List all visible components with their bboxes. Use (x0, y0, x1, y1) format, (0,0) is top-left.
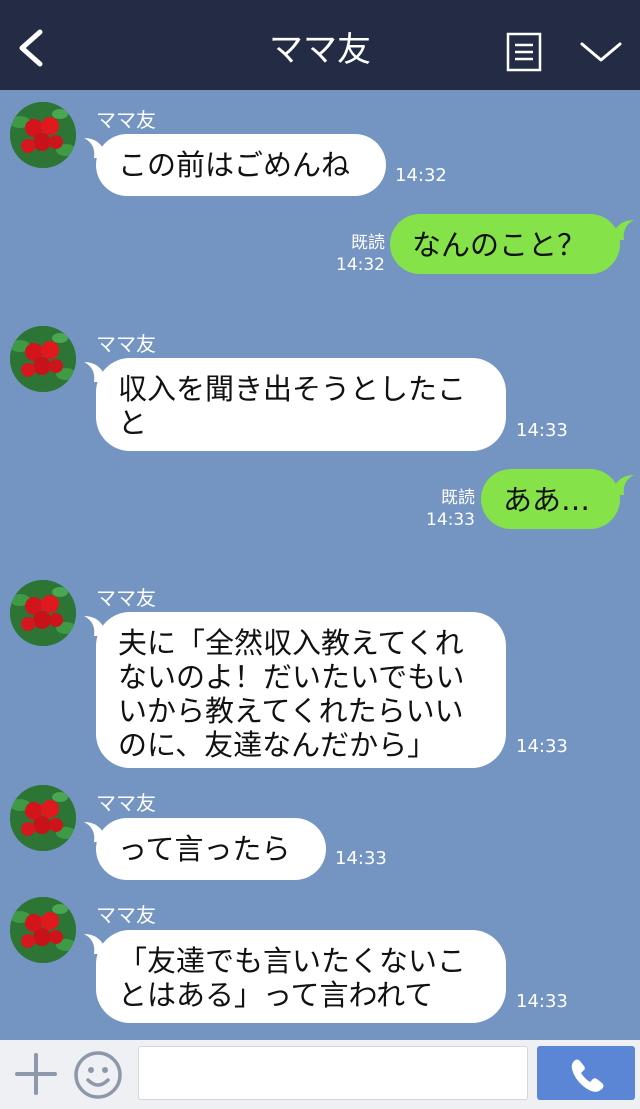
list-icon (506, 32, 542, 72)
chat-title: ママ友 (269, 30, 371, 70)
sender-name: ママ友 (96, 586, 156, 610)
avatar[interactable] (10, 102, 76, 168)
message-time: 14:33 (516, 991, 568, 1012)
message-bubble[interactable]: ああ… (481, 469, 620, 529)
message-bubble[interactable]: 夫に「全然収入教えてくれ ないのよ！だいたいでもい いから教えてくれたらいい の… (96, 612, 506, 768)
message-bubble[interactable]: って言ったら (96, 818, 326, 880)
chat-area[interactable]: ママ友 この前はごめんね 14:32 既読 14:32 なんのこと？ ママ友 収… (0, 90, 640, 1040)
chevron-down-icon (580, 42, 622, 62)
phone-icon (571, 1059, 604, 1092)
collapse-button[interactable] (578, 36, 624, 66)
sender-name: ママ友 (96, 332, 156, 356)
message-bubble[interactable]: なんのこと？ (390, 214, 620, 274)
add-button[interactable] (14, 1052, 58, 1096)
cherry-avatar-icon (10, 580, 76, 646)
emoji-button[interactable] (73, 1050, 123, 1100)
cherry-avatar-icon (10, 102, 76, 168)
avatar[interactable] (10, 785, 76, 851)
plus-icon (15, 1053, 57, 1095)
message-time: 14:33 (426, 510, 475, 530)
smiley-icon (74, 1051, 122, 1099)
read-label: 既読 (441, 488, 475, 508)
cherry-avatar-icon (10, 785, 76, 851)
bubble-tail (612, 475, 634, 495)
message-time: 14:32 (395, 165, 447, 186)
message-time: 14:32 (336, 255, 385, 275)
message-time: 14:33 (516, 420, 568, 441)
cherry-avatar-icon (10, 326, 76, 392)
message-time: 14:33 (335, 848, 387, 869)
message-bubble[interactable]: この前はごめんね (96, 134, 386, 196)
message-time: 14:33 (516, 736, 568, 757)
message-bubble[interactable]: 収入を聞き出そうとしたこ と (96, 358, 506, 451)
message-input[interactable] (138, 1046, 528, 1100)
sender-name: ママ友 (96, 791, 156, 815)
menu-button[interactable] (506, 32, 542, 72)
cherry-avatar-icon (10, 897, 76, 963)
input-bar (0, 1040, 640, 1109)
avatar[interactable] (10, 580, 76, 646)
bubble-tail (612, 220, 634, 240)
avatar[interactable] (10, 897, 76, 963)
read-label: 既読 (351, 233, 385, 253)
chat-header: ママ友 (0, 0, 640, 90)
message-bubble[interactable]: 「友達でも言いたくないこ とはある」って言われて (96, 930, 506, 1023)
read-receipt: 既読 14:32 (330, 232, 385, 276)
sender-name: ママ友 (96, 903, 156, 927)
read-receipt: 既読 14:33 (420, 487, 475, 531)
sender-name: ママ友 (96, 108, 156, 132)
call-button[interactable] (537, 1046, 635, 1100)
avatar[interactable] (10, 326, 76, 392)
